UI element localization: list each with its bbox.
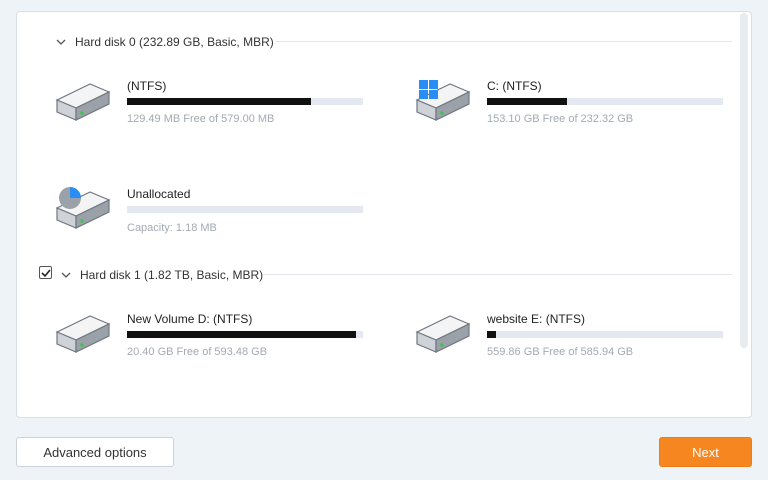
disk0-header[interactable]: Hard disk 0 (232.89 GB, Basic, MBR) — [56, 34, 274, 50]
partition-capacity: 153.10 GB Free of 232.32 GB — [487, 113, 634, 125]
partition-label: C: (NTFS) — [487, 79, 542, 93]
disk1-checkbox[interactable] — [39, 266, 52, 279]
usage-bar-fill — [487, 331, 497, 338]
disk1-header[interactable]: Hard disk 1 (1.82 TB, Basic, MBR) — [61, 267, 263, 283]
chevron-down-icon — [56, 39, 66, 45]
usage-bar — [487, 98, 723, 105]
divider — [263, 274, 732, 275]
partition-capacity: 559.86 GB Free of 585.94 GB — [487, 346, 634, 358]
scrollbar[interactable] — [740, 13, 748, 348]
partition-capacity: Capacity: 1.18 MB — [127, 222, 217, 234]
hard-drive-icon — [54, 312, 112, 361]
partition-label: website E: (NTFS) — [487, 312, 586, 326]
check-icon — [41, 269, 51, 278]
advanced-options-button[interactable]: Advanced options — [16, 437, 174, 467]
next-button[interactable]: Next — [659, 437, 752, 467]
usage-bar-fill — [127, 98, 312, 105]
unallocated-drive-icon — [54, 184, 112, 235]
usage-bar-fill — [487, 98, 568, 105]
disk0-title: Hard disk 0 (232.89 GB, Basic, MBR) — [75, 35, 274, 49]
partition-capacity: 20.40 GB Free of 593.48 GB — [127, 346, 268, 358]
partition-label: New Volume D: (NTFS) — [127, 312, 253, 326]
usage-bar — [127, 331, 363, 338]
usage-bar — [487, 331, 723, 338]
windows-drive-icon — [414, 78, 472, 129]
usage-bar-fill — [127, 331, 356, 338]
disk1-title: Hard disk 1 (1.82 TB, Basic, MBR) — [80, 268, 264, 282]
usage-bar — [127, 98, 363, 105]
usage-bar — [127, 206, 363, 213]
partition-label: (NTFS) — [127, 79, 167, 93]
hard-drive-icon — [54, 80, 112, 129]
partition-capacity: 129.49 MB Free of 579.00 MB — [127, 113, 275, 125]
divider — [276, 41, 732, 42]
chevron-down-icon — [61, 272, 71, 278]
hard-drive-icon — [414, 312, 472, 361]
partition-label: Unallocated — [127, 187, 191, 201]
